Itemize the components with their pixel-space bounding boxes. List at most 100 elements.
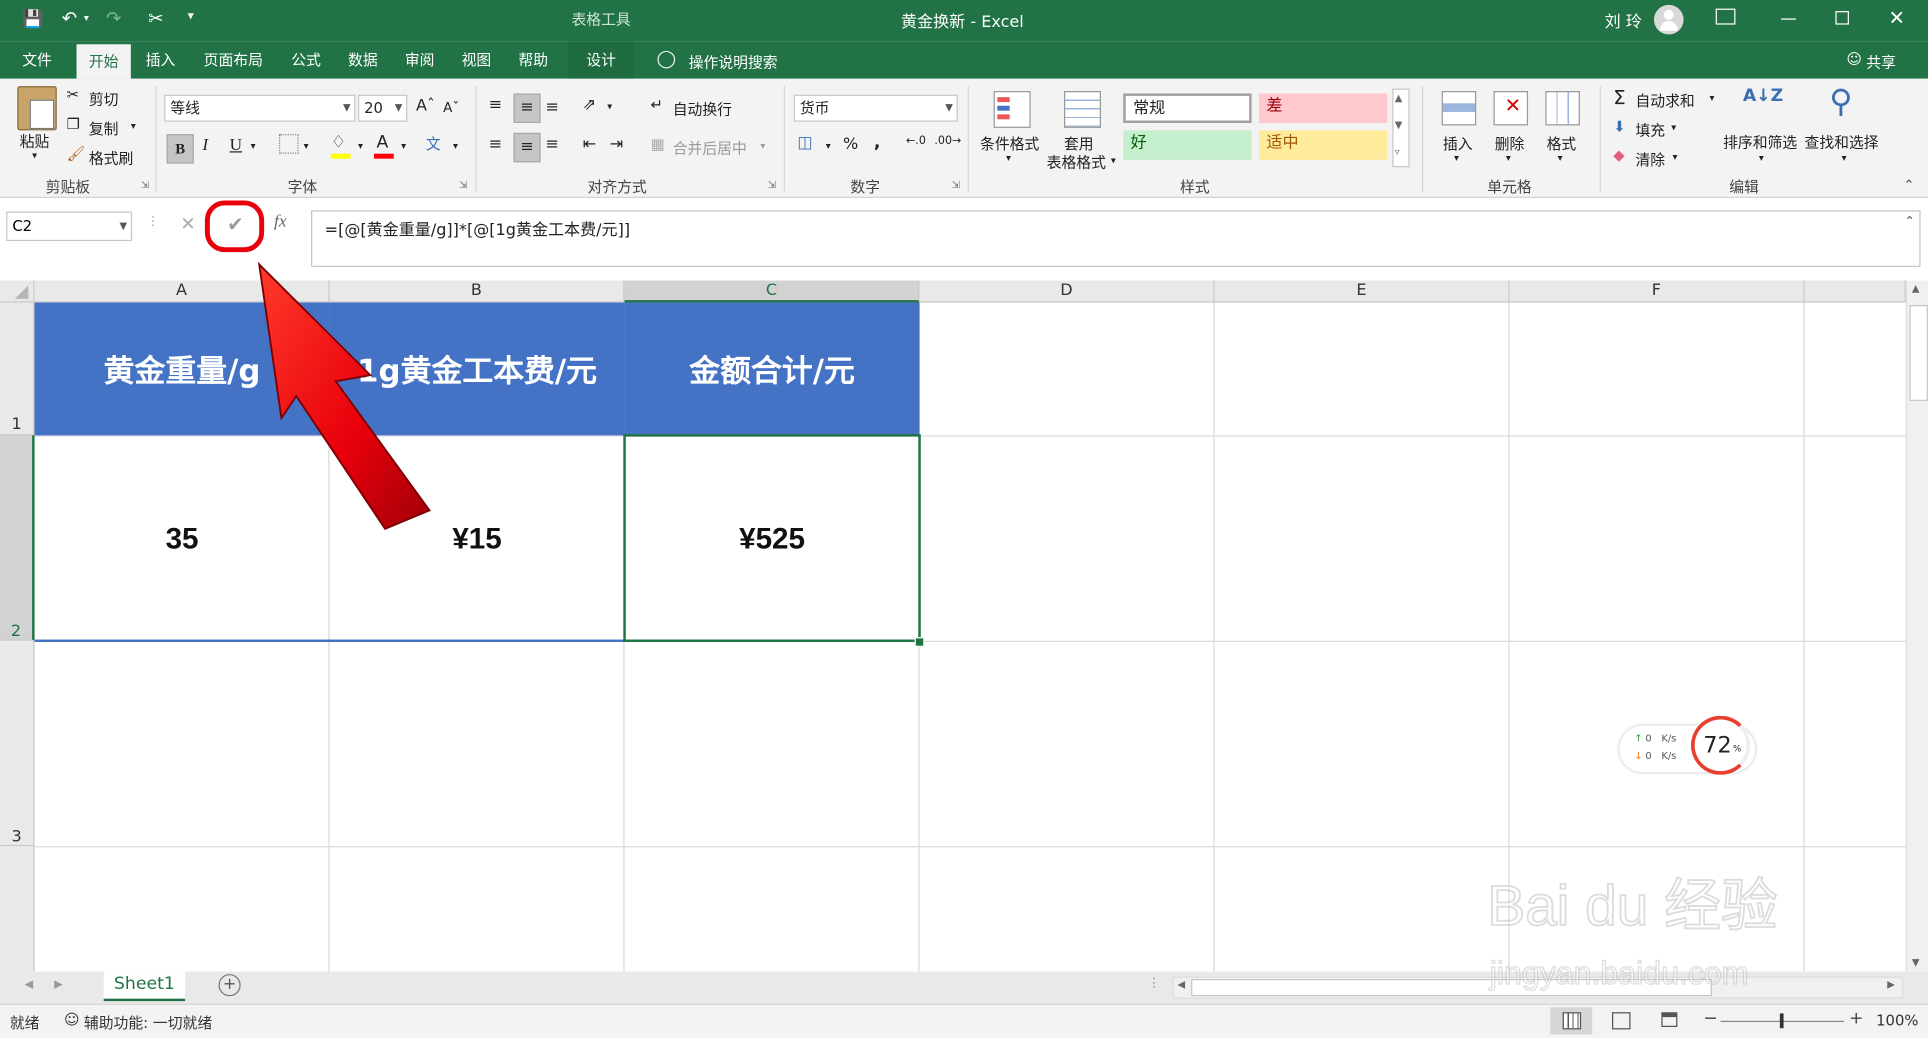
italic-button[interactable]: I xyxy=(202,137,208,157)
accessibility-status[interactable]: 辅助功能: 一切就绪 xyxy=(84,1012,212,1033)
ribbon-display-icon[interactable] xyxy=(1715,8,1736,25)
format-as-table-line2[interactable]: 表格格式 xyxy=(1047,151,1106,172)
format-painter-button[interactable]: 格式刷 xyxy=(89,148,133,169)
fill-dropdown-icon[interactable]: ▾ xyxy=(1671,122,1676,133)
style-bad[interactable]: 差 xyxy=(1258,93,1388,123)
bold-button[interactable]: B xyxy=(166,134,194,164)
clipboard-launcher-icon[interactable]: ⇲ xyxy=(141,180,149,191)
style-normal[interactable]: 常规 xyxy=(1123,93,1252,123)
align-top-icon[interactable]: ≡ xyxy=(489,96,502,114)
paste-button[interactable]: 粘贴 xyxy=(20,130,50,151)
border-icon[interactable] xyxy=(278,134,299,154)
cancel-icon[interactable]: ✕ xyxy=(180,213,196,235)
insert-dropdown-icon[interactable]: ▾ xyxy=(1454,153,1459,164)
increase-decimal-icon[interactable]: ←.0 xyxy=(906,135,926,147)
zoom-slider-thumb[interactable] xyxy=(1779,1013,1784,1029)
sort-filter-icon[interactable]: A↓Z xyxy=(1743,86,1783,106)
clear-button[interactable]: 清除 xyxy=(1635,149,1665,170)
phonetic-icon[interactable]: 文 xyxy=(426,133,441,154)
delete-cells-button[interactable]: 删除 xyxy=(1495,133,1525,154)
number-launcher-icon[interactable]: ⇲ xyxy=(952,180,960,191)
alignment-launcher-icon[interactable]: ⇲ xyxy=(768,180,776,191)
conditional-format-button[interactable]: 条件格式 xyxy=(980,133,1039,154)
tab-split-grip-icon[interactable]: ⋮ xyxy=(1148,977,1160,991)
select-all-corner[interactable] xyxy=(0,280,35,303)
row-header-1[interactable]: 1 xyxy=(0,302,35,436)
align-center-icon[interactable]: ≡ xyxy=(513,132,541,163)
zoom-slider[interactable] xyxy=(1720,1013,1845,1029)
table-header-cell[interactable]: 金额合计/元 xyxy=(624,302,920,436)
format-painter-icon[interactable]: 🖌 xyxy=(67,145,86,162)
fill-color-dropdown-icon[interactable]: ▾ xyxy=(358,140,363,151)
normal-view-button[interactable] xyxy=(1550,1007,1593,1035)
close-icon[interactable]: ✕ xyxy=(1888,6,1905,29)
align-right-icon[interactable]: ≡ xyxy=(546,135,559,153)
decrease-font-icon[interactable]: Aˇ xyxy=(443,100,459,116)
next-sheet-icon[interactable]: ▶ xyxy=(54,979,63,991)
font-launcher-icon[interactable]: ⇲ xyxy=(459,180,467,191)
tab-design[interactable]: 设计 xyxy=(567,41,635,79)
save-icon[interactable]: 💾 xyxy=(22,10,44,30)
formula-expand-icon[interactable]: ⌃ xyxy=(1905,215,1915,229)
align-middle-icon[interactable]: ≡ xyxy=(513,93,541,123)
gallery-more-icon[interactable]: ▿ xyxy=(1395,146,1400,157)
share-icon[interactable]: ☺ xyxy=(1847,50,1862,67)
find-select-button[interactable]: 查找和选择 xyxy=(1805,132,1879,153)
gallery-up-icon[interactable]: ▲ xyxy=(1395,92,1403,103)
phonetic-dropdown-icon[interactable]: ▾ xyxy=(453,140,458,151)
tab-home[interactable]: 开始 xyxy=(76,44,131,79)
restore-icon[interactable] xyxy=(1835,11,1849,25)
align-left-icon[interactable]: ≡ xyxy=(489,135,502,153)
style-good[interactable]: 好 xyxy=(1123,130,1252,160)
insert-cells-button[interactable]: 插入 xyxy=(1443,133,1473,154)
zoom-level[interactable]: 100% xyxy=(1876,1012,1918,1029)
accounting-dropdown-icon[interactable]: ▾ xyxy=(826,140,831,151)
styles-gallery-scroll[interactable]: ▲ ▼ ▿ xyxy=(1392,88,1410,168)
column-header-d[interactable]: D xyxy=(919,280,1215,303)
undo-icon[interactable]: ↶ xyxy=(62,7,78,29)
autosum-icon[interactable]: Σ xyxy=(1613,86,1625,109)
fill-button[interactable]: 填充 xyxy=(1635,119,1665,140)
formula-input[interactable]: =[@[黄金重量/g]]*[@[1g黄金工本费/元]] xyxy=(311,210,1921,267)
row-header-3[interactable]: 3 xyxy=(0,640,35,847)
find-dropdown-icon[interactable]: ▾ xyxy=(1842,153,1847,164)
sort-filter-button[interactable]: 排序和筛选 xyxy=(1723,132,1797,153)
tab-review[interactable]: 审阅 xyxy=(395,42,444,79)
zoom-out-icon[interactable]: − xyxy=(1703,1009,1717,1029)
tell-me-search[interactable]: 操作说明搜索 xyxy=(689,52,778,73)
insert-cells-icon[interactable] xyxy=(1441,91,1477,126)
clear-icon[interactable]: ◆ xyxy=(1613,146,1624,163)
column-header-f[interactable]: F xyxy=(1509,280,1805,303)
page-layout-view-icon[interactable] xyxy=(1611,1012,1631,1030)
format-as-table-icon[interactable] xyxy=(1063,91,1101,128)
horizontal-scrollbar[interactable]: ◀ ▶ xyxy=(1172,976,1904,999)
underline-dropdown-icon[interactable]: ▾ xyxy=(251,140,256,151)
conditional-format-dropdown-icon[interactable]: ▾ xyxy=(1006,153,1011,164)
copy-button[interactable]: 复制 xyxy=(89,118,119,139)
scroll-down-icon[interactable]: ▼ xyxy=(1912,957,1920,968)
horizontal-scroll-thumb[interactable] xyxy=(1191,979,1712,997)
copy-icon[interactable]: ❐ xyxy=(67,116,80,133)
style-neutral[interactable]: 适中 xyxy=(1258,130,1388,160)
zoom-in-icon[interactable]: + xyxy=(1849,1009,1863,1029)
increase-indent-icon[interactable]: ⇥ xyxy=(610,135,623,153)
scroll-up-icon[interactable]: ▲ xyxy=(1912,283,1920,294)
orientation-icon[interactable]: ⇗ xyxy=(583,96,596,114)
page-break-view-icon[interactable] xyxy=(1661,1012,1678,1027)
conditional-format-icon[interactable] xyxy=(993,91,1031,128)
row-header-2[interactable]: 2 xyxy=(0,435,35,641)
format-dropdown-icon[interactable]: ▾ xyxy=(1558,153,1563,164)
font-color-icon[interactable]: A xyxy=(376,133,388,153)
paste-icon[interactable] xyxy=(17,86,57,131)
tab-page-layout[interactable]: 页面布局 xyxy=(195,42,272,79)
vertical-scroll-thumb[interactable] xyxy=(1909,305,1928,401)
delete-dropdown-icon[interactable]: ▾ xyxy=(1506,153,1511,164)
fill-handle[interactable] xyxy=(914,637,925,647)
scroll-right-icon[interactable]: ▶ xyxy=(1887,979,1895,990)
wrap-text-button[interactable]: 自动换行 xyxy=(673,98,732,119)
tab-view[interactable]: 视图 xyxy=(452,42,501,79)
accessibility-icon[interactable]: ☺ xyxy=(64,1011,79,1028)
sort-dropdown-icon[interactable]: ▾ xyxy=(1759,153,1764,164)
network-speed-widget[interactable]: ↑ 0 K/s ↓ 0 K/s 72 % xyxy=(1619,715,1756,775)
decrease-decimal-icon[interactable]: .00→ xyxy=(934,135,961,147)
